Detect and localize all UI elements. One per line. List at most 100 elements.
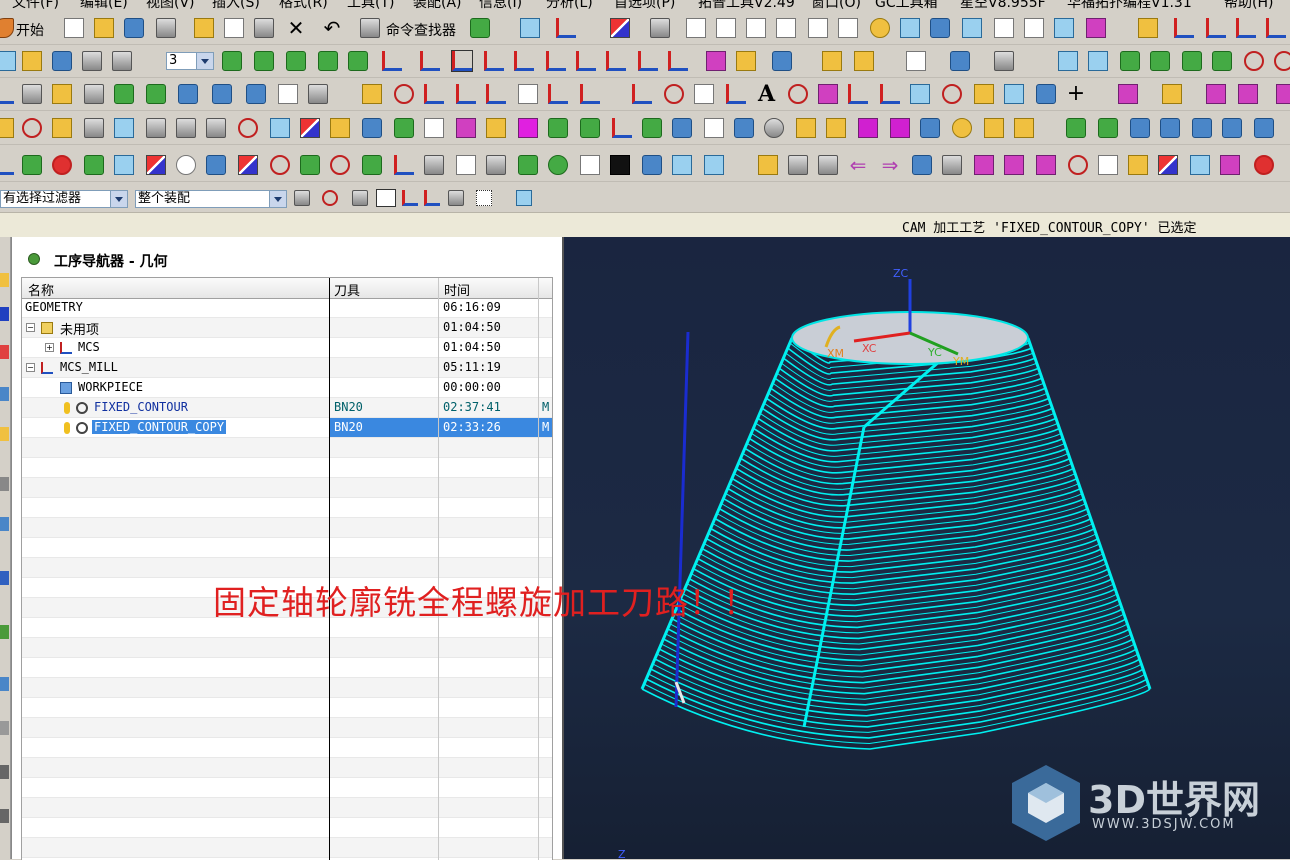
static-wireframe-icon[interactable] xyxy=(1054,18,1074,38)
work-layer-select[interactable]: 3 xyxy=(166,52,214,70)
op-icon-ad[interactable] xyxy=(1036,155,1056,175)
snap-icon[interactable] xyxy=(1138,18,1158,38)
op-icon-i[interactable] xyxy=(238,155,258,175)
wireframe-cube-icon[interactable] xyxy=(994,18,1014,38)
op-icon-ac[interactable] xyxy=(1004,155,1024,175)
menu-window[interactable]: 窗口(O) xyxy=(811,0,861,12)
filter-reset-icon[interactable] xyxy=(294,190,310,206)
curve-icon-c[interactable] xyxy=(52,84,72,104)
op-icon-s[interactable] xyxy=(580,155,600,175)
curve-icon-i[interactable] xyxy=(246,84,266,104)
graphics-window[interactable]: ZC XC YC XM YM Z 3D世界网 WWW.3DSJW.COM xyxy=(562,237,1290,859)
cam-icon-v[interactable] xyxy=(642,118,662,138)
tree-row-geometry[interactable]: GEOMETRY 06:16:09 xyxy=(22,298,552,318)
refresh-icon[interactable] xyxy=(470,18,490,38)
op-icon-k[interactable] xyxy=(300,155,320,175)
cam-icon-aa[interactable] xyxy=(826,118,846,138)
blue-cube-icon[interactable] xyxy=(930,18,950,38)
sketch-icon-g[interactable] xyxy=(548,84,568,104)
resource-tab-j[interactable] xyxy=(0,677,9,691)
feature-icon-c[interactable] xyxy=(1206,84,1226,104)
op-icon-q[interactable] xyxy=(486,155,506,175)
menu-view[interactable]: 视图(V) xyxy=(146,0,195,12)
op-icon-j[interactable] xyxy=(270,155,290,175)
curve-icon-b[interactable] xyxy=(22,84,42,104)
cam-icon-h[interactable] xyxy=(206,118,226,138)
op-icon-aa[interactable] xyxy=(942,155,962,175)
cam-icon-z[interactable] xyxy=(796,118,816,138)
animal-icon[interactable] xyxy=(764,118,784,138)
datum-axis-icon[interactable] xyxy=(254,51,274,71)
layers-icon-f[interactable] xyxy=(1212,51,1232,71)
menu-preferences[interactable]: 首选项(P) xyxy=(614,0,675,12)
command-finder-button[interactable]: 命令查找器 xyxy=(386,20,456,40)
wcs-icon[interactable] xyxy=(556,18,576,38)
cam-icon-i[interactable] xyxy=(238,118,258,138)
shape-tool-icon-e[interactable] xyxy=(910,84,930,104)
point-icon[interactable] xyxy=(318,51,338,71)
rectangle-select-icon[interactable] xyxy=(476,190,492,206)
cam-icon-r[interactable] xyxy=(518,118,538,138)
cut-icon[interactable] xyxy=(194,18,214,38)
csys-absolute-icon[interactable] xyxy=(546,51,566,71)
menu-edit[interactable]: 编辑(E) xyxy=(80,0,128,12)
cam-icon-al[interactable] xyxy=(1192,118,1212,138)
cam-icon-k[interactable] xyxy=(300,118,320,138)
pin-icon[interactable] xyxy=(28,253,40,265)
curve-icon-k[interactable] xyxy=(308,84,328,104)
cam-icon-b[interactable] xyxy=(22,118,42,138)
curve-icon-d[interactable] xyxy=(84,84,104,104)
tree-row-mcs-mill[interactable]: − MCS_MILL 05:11:19 xyxy=(22,358,552,378)
csys-axis-icon[interactable] xyxy=(514,51,534,71)
menu-file[interactable]: 文件(F) xyxy=(12,0,59,12)
select-icon-b[interactable] xyxy=(950,51,970,71)
select-icon-a[interactable] xyxy=(906,51,926,71)
cone-icon[interactable] xyxy=(854,51,874,71)
curve-icon-j[interactable] xyxy=(278,84,298,104)
sketch-icon-d[interactable] xyxy=(456,84,476,104)
filter-icon-b[interactable] xyxy=(376,189,396,207)
cam-icon-an[interactable] xyxy=(1254,118,1274,138)
paste-icon[interactable] xyxy=(254,18,274,38)
op-icon-ae[interactable] xyxy=(1068,155,1088,175)
op-icon-ag[interactable] xyxy=(1128,155,1148,175)
csys-point-icon[interactable] xyxy=(576,51,596,71)
copy-layer-icon[interactable] xyxy=(82,51,102,71)
tree-row-mcs[interactable]: + MCS 01:04:50 xyxy=(22,338,552,358)
cam-icon-ae[interactable] xyxy=(952,118,972,138)
edit-object-icon[interactable] xyxy=(650,18,670,38)
cam-icon-ak[interactable] xyxy=(1160,118,1180,138)
column-header-time[interactable]: 时间 xyxy=(444,280,470,299)
resource-tab-a[interactable] xyxy=(0,273,9,287)
move-layer-icon[interactable] xyxy=(52,51,72,71)
resource-tab-e[interactable] xyxy=(0,427,9,441)
feature-icon-e[interactable] xyxy=(1276,84,1290,104)
csys-origin-icon[interactable] xyxy=(420,51,440,71)
csys-xc-icon[interactable] xyxy=(606,51,626,71)
cam-icon-c[interactable] xyxy=(52,118,72,138)
layer-settings-icon[interactable] xyxy=(22,51,42,71)
op-icon-ak[interactable] xyxy=(1254,155,1274,175)
shape-tool-icon-g[interactable] xyxy=(974,84,994,104)
resource-tab-h[interactable] xyxy=(0,571,9,585)
undo-icon[interactable]: ↶ xyxy=(322,18,342,38)
tool-icon-a[interactable] xyxy=(706,51,726,71)
save-icon[interactable] xyxy=(124,18,144,38)
csys-dynamic-icon[interactable] xyxy=(451,50,473,72)
menu-tuopu-tools[interactable]: 拓普工具V2.49 xyxy=(698,0,795,12)
op-icon-m[interactable] xyxy=(362,155,382,175)
cam-icon-y[interactable] xyxy=(734,118,754,138)
menu-insert[interactable]: 插入(S) xyxy=(212,0,260,12)
tool-icon-c[interactable] xyxy=(772,51,792,71)
cam-icon-j[interactable] xyxy=(270,118,290,138)
datum-csys-icon[interactable] xyxy=(286,51,306,71)
cam-icon-p[interactable] xyxy=(456,118,476,138)
ruler-icon[interactable] xyxy=(822,51,842,71)
sketch-icon-b[interactable] xyxy=(394,84,414,104)
shape-tool-icon-h[interactable] xyxy=(1004,84,1024,104)
arrow-up-icon[interactable] xyxy=(1244,51,1264,71)
op-icon-v[interactable] xyxy=(704,155,724,175)
shape-tool-icon-b[interactable] xyxy=(818,84,838,104)
line-icon-d[interactable] xyxy=(1266,18,1286,38)
cam-icon-ah[interactable] xyxy=(1066,118,1086,138)
